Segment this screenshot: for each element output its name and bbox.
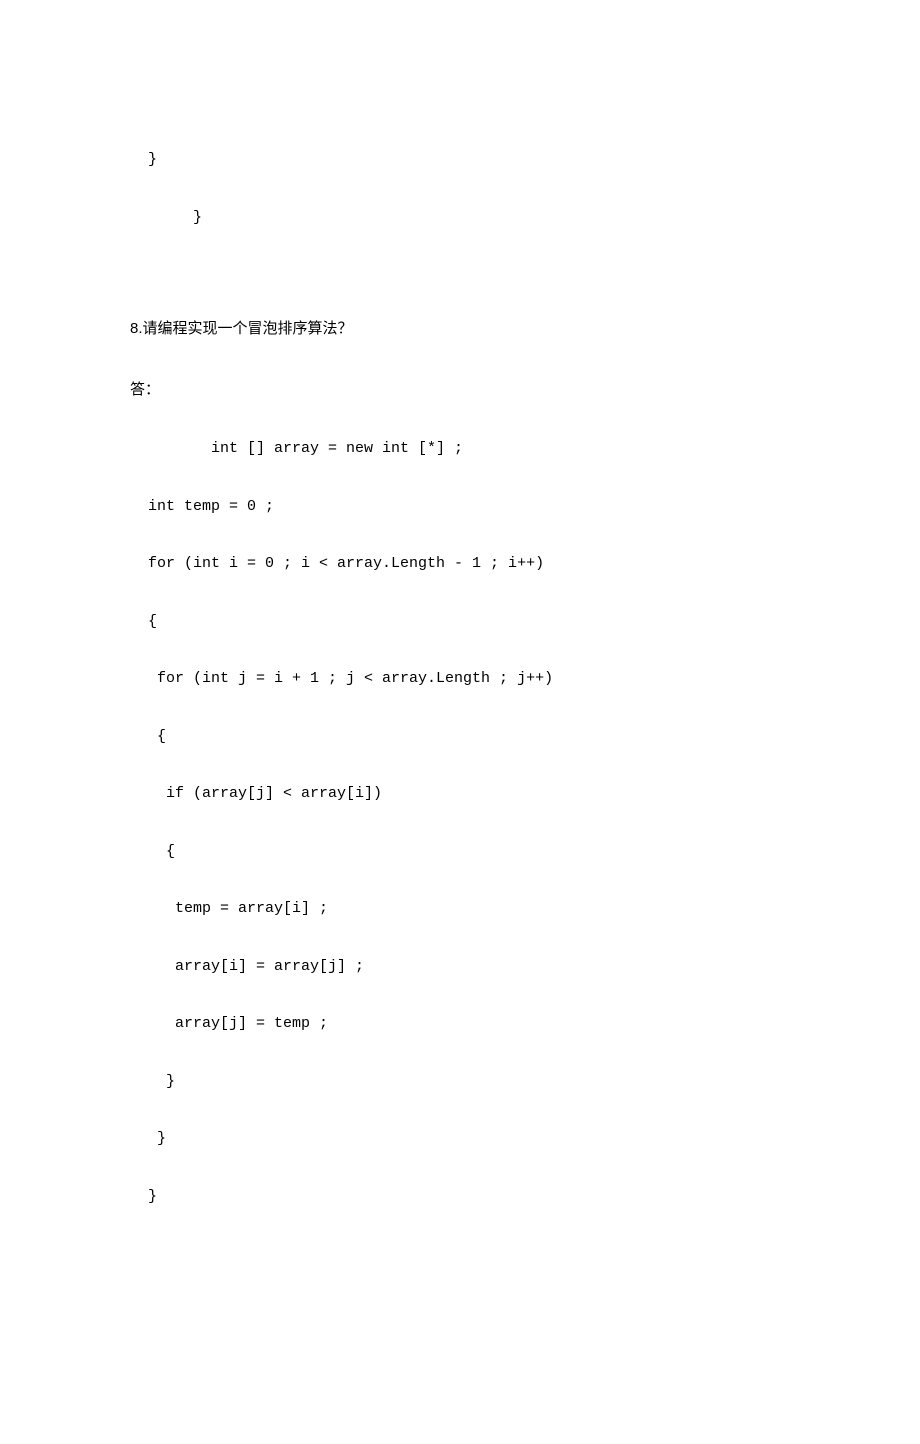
code-line-14: } (130, 1187, 790, 1207)
code-closing-brace-2: } (130, 208, 790, 228)
code-line-9: temp = array[i] ; (130, 899, 790, 919)
document-page: } } 8.请编程实现一个冒泡排序算法？ 答： int [] array = n… (0, 0, 920, 1444)
code-line-8: { (130, 842, 790, 862)
answer-label: 答： (130, 378, 790, 399)
code-line-4: { (130, 612, 790, 632)
code-line-10: array[i] = array[j] ; (130, 957, 790, 977)
code-line-13: } (130, 1129, 790, 1149)
code-line-5: for (int j = i + 1 ; j < array.Length ; … (130, 669, 790, 689)
code-line-1: int [] array = new int [*] ; (130, 439, 790, 459)
code-line-2: int temp = 0 ; (130, 497, 790, 517)
code-line-6: { (130, 727, 790, 747)
code-line-3: for (int i = 0 ; i < array.Length - 1 ; … (130, 554, 790, 574)
code-closing-brace-1: } (130, 150, 790, 170)
code-line-12: } (130, 1072, 790, 1092)
code-line-11: array[j] = temp ; (130, 1014, 790, 1034)
code-line-7: if (array[j] < array[i]) (130, 784, 790, 804)
question-8-title: 8.请编程实现一个冒泡排序算法？ (130, 317, 790, 338)
